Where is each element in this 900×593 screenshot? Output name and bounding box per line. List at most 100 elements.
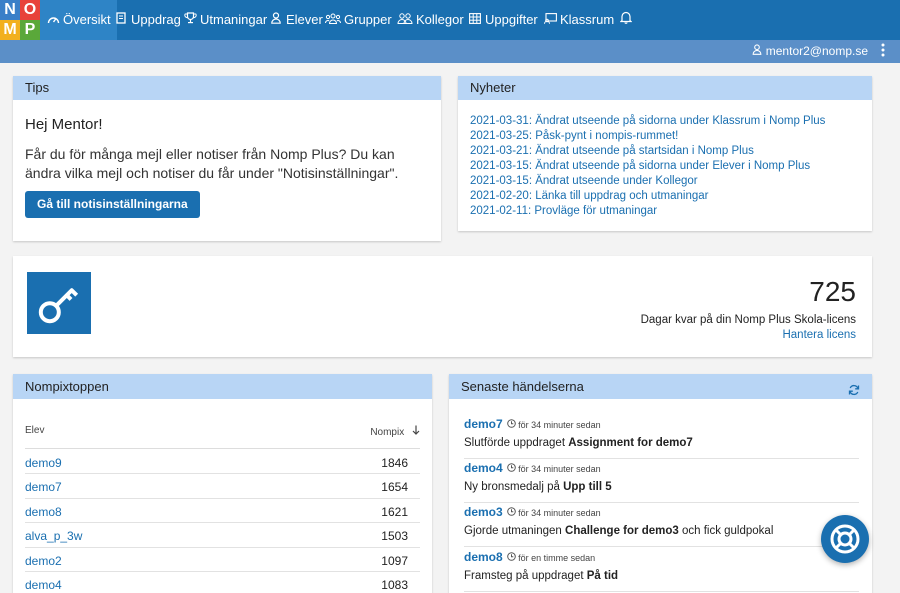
events-header: Senaste händelserna xyxy=(449,374,872,399)
user-icon xyxy=(752,44,765,58)
news-header: Nyheter xyxy=(458,76,872,100)
event-item: demo4 för 34 minuter sedan Ny bronsmedal… xyxy=(464,459,859,503)
grid-icon xyxy=(468,1,482,41)
bell-icon xyxy=(619,1,633,41)
student-link[interactable]: demo4 xyxy=(25,578,62,592)
event-student-link[interactable]: demo7 xyxy=(464,417,503,431)
news-item[interactable]: 2021-03-15: Ändrat utseende på sidorna u… xyxy=(470,159,872,174)
more-options-icon[interactable] xyxy=(880,43,886,57)
key-icon xyxy=(27,272,91,334)
help-lifebuoy-button[interactable] xyxy=(821,515,869,563)
nomp-logo[interactable]: N O M P xyxy=(0,0,40,40)
events-card: Senaste händelserna demo7 för 34 minuter… xyxy=(449,374,872,593)
license-days: 725 xyxy=(809,276,856,307)
user-menu[interactable]: mentor2@nomp.se xyxy=(752,44,868,58)
nompix-value: 1846 xyxy=(381,456,408,470)
logo-letter: O xyxy=(20,0,40,20)
table-row: demo8 1621 xyxy=(25,499,420,524)
tips-card: Tips Hej Mentor! Får du för många mejl e… xyxy=(13,76,441,241)
clock-icon xyxy=(507,552,516,563)
user-email: mentor2@nomp.se xyxy=(765,44,868,58)
nav-item-oversikt[interactable]: Översikt xyxy=(40,0,117,40)
event-student-link[interactable]: demo8 xyxy=(464,550,503,564)
nav-item-grupper[interactable]: Grupper xyxy=(324,0,392,41)
student-link[interactable]: demo2 xyxy=(25,554,62,568)
logo-letter: M xyxy=(0,20,20,40)
event-item: demo3 för 34 minuter sedan Gjorde utmani… xyxy=(464,503,859,547)
tips-greeting: Hej Mentor! xyxy=(25,116,103,133)
tips-text: Får du för många mejl eller notiser från… xyxy=(25,146,399,181)
nompix-value: 1083 xyxy=(381,577,408,592)
tips-header: Tips xyxy=(13,76,441,100)
nav-item-uppdrag[interactable]: Uppdrag xyxy=(114,0,181,40)
event-time: för en timme sedan xyxy=(518,553,596,563)
sort-down-icon xyxy=(412,425,420,438)
nav-item-uppgifter[interactable]: Uppgifter xyxy=(468,0,538,40)
license-card: 725 Dagar kvar på din Nomp Plus Skola-li… xyxy=(13,256,872,357)
event-text-pre: Ny bronsmedalj på xyxy=(464,481,564,493)
nompix-value: 1503 xyxy=(381,529,408,544)
trophy-icon xyxy=(183,1,197,41)
student-link[interactable]: demo7 xyxy=(25,480,62,494)
event-item: demo7 för 34 minuter sedan Slutförde upp… xyxy=(464,415,859,459)
column-header-nompix[interactable]: Nompix xyxy=(370,425,420,438)
nav-label: Översikt xyxy=(63,12,111,27)
clock-icon xyxy=(507,507,516,518)
news-item[interactable]: 2021-03-31: Ändrat utseende på sidorna u… xyxy=(470,114,872,129)
nav-label: Klassrum xyxy=(560,12,615,27)
event-text-pre: Gjorde utmaningen xyxy=(464,525,566,537)
news-card: Nyheter 2021-03-31: Ändrat utseende på s… xyxy=(458,76,872,231)
nav-label: Uppdrag xyxy=(131,12,181,27)
event-text-pre: Framsteg på uppdraget xyxy=(464,570,587,582)
event-text-bold: På tid xyxy=(586,570,619,582)
event-text-pre: Slutförde uppdraget xyxy=(464,437,569,449)
user-icon xyxy=(269,1,283,41)
table-header: Elev Nompix xyxy=(25,419,420,449)
nompix-value: 1621 xyxy=(381,504,408,519)
event-student-link[interactable]: demo4 xyxy=(464,461,503,475)
table-row: demo7 1654 xyxy=(25,474,420,499)
student-link[interactable]: alva_p_3w xyxy=(25,529,82,543)
student-link[interactable]: demo9 xyxy=(25,456,62,470)
news-item[interactable]: 2021-03-25: Påsk-pynt i nompis-rummet! xyxy=(470,129,872,144)
nav-label: Elever xyxy=(286,12,323,27)
notification-settings-button[interactable]: Gå till notisinställningarna xyxy=(25,191,200,218)
clock-icon xyxy=(507,463,516,474)
event-text-post: och fick guldpokal xyxy=(678,525,774,537)
student-link[interactable]: demo8 xyxy=(25,505,62,519)
news-item[interactable]: 2021-03-21: Ändrat utseende på startsida… xyxy=(470,144,872,159)
nompix-value: 1097 xyxy=(381,553,408,568)
notifications-button[interactable] xyxy=(619,0,636,40)
column-header-label: Nompix xyxy=(370,427,405,438)
nav-item-utmaningar[interactable]: Utmaningar xyxy=(183,0,267,40)
nav-item-klassrum[interactable]: Klassrum xyxy=(543,0,614,40)
table-row: alva_p_3w 1503 xyxy=(25,523,420,548)
group-icon xyxy=(324,1,342,41)
top-navbar: N O M P Översikt Uppdrag Utmaningar Elev… xyxy=(0,0,900,40)
nav-item-kollegor[interactable]: Kollegor xyxy=(397,0,464,40)
lifebuoy-icon xyxy=(821,524,869,567)
news-list: 2021-03-31: Ändrat utseende på sidorna u… xyxy=(470,114,872,219)
nompix-rows: demo9 1846 demo7 1654 demo8 1621 alva_p_3w 1… xyxy=(25,450,420,593)
refresh-icon[interactable] xyxy=(848,379,860,404)
column-header-student[interactable]: Elev xyxy=(25,425,44,436)
news-item[interactable]: 2021-03-15: Ändrat utseende under Kolleg… xyxy=(470,174,872,189)
dashboard-icon xyxy=(46,1,60,41)
event-student-link[interactable]: demo3 xyxy=(464,505,503,519)
event-time: för 34 minuter sedan xyxy=(518,508,601,518)
license-days-label: Dagar kvar på din Nomp Plus Skola-licens xyxy=(640,314,856,326)
nav-item-elever[interactable]: Elever xyxy=(269,0,323,40)
nompix-header: Nompixtoppen xyxy=(13,374,432,399)
table-row: demo4 1083 xyxy=(25,572,420,593)
event-time: för 34 minuter sedan xyxy=(518,464,601,474)
event-text: Framsteg på uppdraget På tid xyxy=(464,570,859,582)
nav-label: Uppgifter xyxy=(485,12,538,27)
event-time: för 34 minuter sedan xyxy=(518,420,601,430)
news-item[interactable]: 2021-02-11: Provläge för utmaningar xyxy=(470,204,872,219)
manage-license-link[interactable]: Hantera licens xyxy=(782,329,856,341)
event-text: Gjorde utmaningen Challenge for demo3 oc… xyxy=(464,525,859,537)
nompix-top-card: Nompixtoppen Elev Nompix demo9 1846 demo7… xyxy=(13,374,432,593)
book-icon xyxy=(114,1,128,41)
event-text-bold: Assignment for demo7 xyxy=(568,437,693,449)
news-item[interactable]: 2021-02-20: Länka till uppdrag och utman… xyxy=(470,189,872,204)
